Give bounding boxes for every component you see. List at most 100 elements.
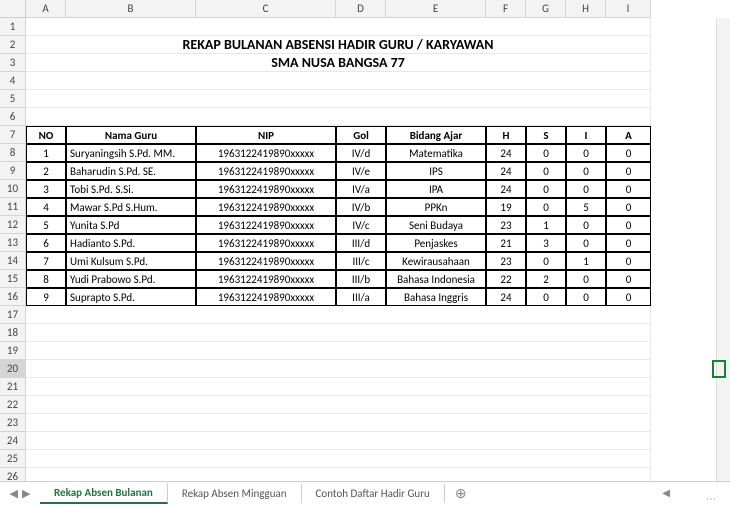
row-header[interactable]: 17 [0, 306, 26, 324]
tab-nav[interactable]: ◀ ▶ [0, 487, 40, 500]
table-row[interactable]: 0 [526, 180, 566, 198]
table-row[interactable]: Bahasa Inggris [386, 288, 486, 306]
row-header[interactable]: 6 [0, 108, 26, 126]
spreadsheet-grid[interactable]: A B C D E F G H I 1 2 REKAP BULANAN ABSE… [0, 0, 730, 504]
row-header[interactable]: 9 [0, 162, 26, 180]
table-row[interactable]: 2 [26, 162, 66, 180]
table-row[interactable]: 9 [26, 288, 66, 306]
table-row[interactable]: Yunita S.Pd [66, 216, 196, 234]
table-row[interactable]: Matematika [386, 144, 486, 162]
col-header[interactable]: H [566, 0, 606, 18]
add-sheet-button[interactable]: ⊕ [445, 485, 477, 502]
row-header[interactable]: 1 [0, 18, 26, 36]
cell[interactable] [26, 360, 651, 378]
table-row[interactable]: 1963122419890xxxxx [196, 216, 336, 234]
cell[interactable] [26, 378, 651, 396]
table-row[interactable]: 0 [606, 234, 651, 252]
table-row[interactable]: 1963122419890xxxxx [196, 180, 336, 198]
row-header[interactable]: 14 [0, 252, 26, 270]
table-row[interactable]: Umi Kulsum S.Pd. [66, 252, 196, 270]
table-row[interactable]: 1963122419890xxxxx [196, 234, 336, 252]
table-row[interactable]: 5 [566, 198, 606, 216]
table-row[interactable]: 1963122419890xxxxx [196, 270, 336, 288]
row-header[interactable]: 5 [0, 90, 26, 108]
row-header[interactable]: 4 [0, 72, 26, 90]
row-header[interactable]: 23 [0, 414, 26, 432]
table-row[interactable]: III/c [336, 252, 386, 270]
table-row[interactable]: 24 [486, 180, 526, 198]
col-header[interactable]: I [606, 0, 651, 18]
tab-rekap-bulanan[interactable]: Rekap Absen Bulanan [40, 483, 168, 504]
table-row[interactable]: 0 [606, 270, 651, 288]
row-header[interactable]: 11 [0, 198, 26, 216]
table-row[interactable]: 2 [526, 270, 566, 288]
col-header[interactable]: B [66, 0, 196, 18]
hscroll-left-icon[interactable]: ◀ [662, 486, 670, 499]
table-row[interactable]: 7 [26, 252, 66, 270]
row-header[interactable]: 12 [0, 216, 26, 234]
table-row[interactable]: 0 [606, 144, 651, 162]
cell[interactable] [26, 396, 651, 414]
table-row[interactable]: 4 [26, 198, 66, 216]
table-row[interactable]: 0 [606, 216, 651, 234]
cell[interactable] [26, 306, 651, 324]
table-row[interactable]: 0 [566, 180, 606, 198]
table-row[interactable]: Bahasa Indonesia [386, 270, 486, 288]
table-row[interactable]: IV/e [336, 162, 386, 180]
vertical-scrollbar[interactable] [716, 18, 730, 481]
cell[interactable] [26, 432, 651, 450]
table-row[interactable]: 1963122419890xxxxx [196, 144, 336, 162]
row-header[interactable]: 20 [0, 360, 26, 378]
row-header[interactable]: 2 [0, 36, 26, 54]
row-header[interactable]: 22 [0, 396, 26, 414]
table-row[interactable]: PPKn [386, 198, 486, 216]
table-row[interactable]: Kewirausahaan [386, 252, 486, 270]
table-row[interactable]: Yudi Prabowo S.Pd. [66, 270, 196, 288]
chevron-right-icon[interactable]: ▶ [22, 487, 30, 500]
table-row[interactable]: 1 [526, 216, 566, 234]
table-row[interactable]: 0 [606, 198, 651, 216]
table-row[interactable]: IV/a [336, 180, 386, 198]
table-row[interactable]: 0 [526, 198, 566, 216]
table-row[interactable]: III/d [336, 234, 386, 252]
table-row[interactable]: Penjaskes [386, 234, 486, 252]
table-row[interactable]: IPA [386, 180, 486, 198]
table-row[interactable]: 21 [486, 234, 526, 252]
cell[interactable] [26, 108, 651, 126]
table-row[interactable]: 0 [566, 234, 606, 252]
table-row[interactable]: Tobi S.Pd. S.Si. [66, 180, 196, 198]
chevron-left-icon[interactable]: ◀ [10, 487, 18, 500]
table-row[interactable]: 0 [526, 162, 566, 180]
table-row[interactable]: Seni Budaya [386, 216, 486, 234]
row-header[interactable]: 13 [0, 234, 26, 252]
table-row[interactable]: Suryaningsih S.Pd. MM. [66, 144, 196, 162]
table-row[interactable]: Baharudin S.Pd. SE. [66, 162, 196, 180]
table-row[interactable]: Hadianto S.Pd. [66, 234, 196, 252]
table-row[interactable]: 1963122419890xxxxx [196, 288, 336, 306]
table-row[interactable]: 0 [566, 144, 606, 162]
table-row[interactable]: 0 [526, 252, 566, 270]
cell[interactable] [26, 342, 651, 360]
col-header[interactable]: G [526, 0, 566, 18]
col-header[interactable]: D [336, 0, 386, 18]
table-row[interactable]: 23 [486, 252, 526, 270]
table-row[interactable]: 1963122419890xxxxx [196, 198, 336, 216]
row-header[interactable]: 15 [0, 270, 26, 288]
table-row[interactable]: 24 [486, 162, 526, 180]
table-row[interactable]: 0 [566, 270, 606, 288]
dots-icon[interactable]: ⋯ [706, 492, 716, 502]
table-row[interactable]: 1 [26, 144, 66, 162]
table-row[interactable]: 0 [566, 162, 606, 180]
table-row[interactable]: 22 [486, 270, 526, 288]
col-header[interactable]: F [486, 0, 526, 18]
table-row[interactable]: 1 [566, 252, 606, 270]
table-row[interactable]: 0 [526, 288, 566, 306]
select-all-corner[interactable] [0, 0, 26, 18]
table-row[interactable]: 0 [606, 162, 651, 180]
row-header[interactable]: 21 [0, 378, 26, 396]
row-header[interactable]: 10 [0, 180, 26, 198]
table-row[interactable]: 24 [486, 288, 526, 306]
table-row[interactable]: 5 [26, 216, 66, 234]
table-row[interactable]: Suprapto S.Pd. [66, 288, 196, 306]
table-row[interactable]: 1963122419890xxxxx [196, 162, 336, 180]
